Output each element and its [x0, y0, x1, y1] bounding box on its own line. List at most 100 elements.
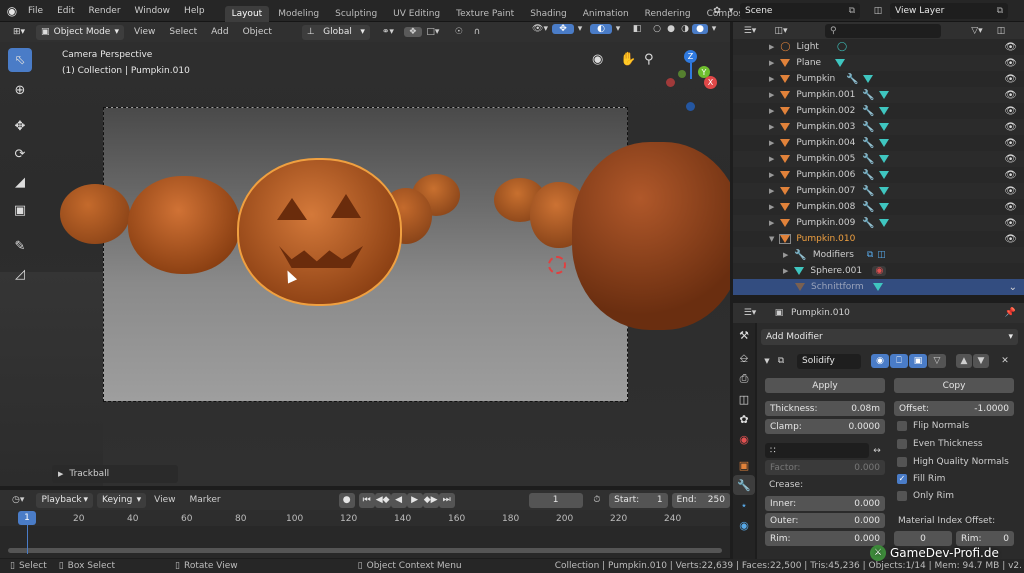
- jump-end-button[interactable]: ⏭: [438, 492, 455, 508]
- tab-shading[interactable]: Shading: [523, 6, 574, 22]
- menu-file[interactable]: File: [28, 6, 43, 16]
- jump-key-back-button[interactable]: ◀◆: [374, 492, 391, 508]
- output-tab-icon[interactable]: ⎙: [733, 369, 755, 389]
- collapse-arrow-icon[interactable]: ▼: [769, 235, 774, 243]
- view-layer-selector[interactable]: ◫ View Layer ⧉: [868, 3, 1008, 19]
- eye-icon[interactable]: 👁: [1004, 218, 1017, 229]
- expand-arrow-icon[interactable]: ▶: [769, 155, 774, 163]
- even-thickness-checkbox[interactable]: Even Thickness: [897, 439, 983, 449]
- playhead-marker[interactable]: 1: [18, 511, 36, 525]
- current-frame-field[interactable]: 1: [528, 492, 583, 508]
- pumpkin-left[interactable]: [128, 176, 240, 274]
- apply-button[interactable]: Apply: [765, 378, 885, 393]
- eye-icon[interactable]: 👁: [1004, 138, 1017, 149]
- add-modifier-dropdown[interactable]: Add Modifier ▾: [761, 329, 1018, 345]
- vertex-group-field[interactable]: ∷ ↔: [765, 443, 885, 458]
- object-tab-icon[interactable]: ▣: [733, 455, 755, 475]
- modifier-tab-icon[interactable]: 🔧: [733, 475, 755, 495]
- snap-icon[interactable]: ❖: [403, 27, 422, 37]
- shading-material-icon[interactable]: ◑: [678, 24, 692, 34]
- outliner-row-modifiers[interactable]: ▶ 🔧 Modifiers ⧉ ◫: [733, 247, 1024, 263]
- eye-icon[interactable]: 👁: [1004, 122, 1017, 133]
- flip-normals-checkbox[interactable]: Flip Normals: [897, 421, 969, 431]
- eye-icon[interactable]: 👁: [1004, 74, 1017, 85]
- outliner-row-pumpkin-010[interactable]: ▼ Pumpkin.010 👁: [733, 231, 1024, 247]
- play-button[interactable]: ▶: [406, 492, 423, 508]
- camera-view-icon[interactable]: ◉: [592, 52, 603, 67]
- outliner-row-pumpkin[interactable]: ▶ Pumpkin 🔧 👁: [733, 71, 1024, 87]
- crease-outer-field[interactable]: Outer: 0.000: [765, 513, 885, 528]
- cage-toggle-icon[interactable]: ▽: [928, 354, 946, 368]
- gizmo-dropdown-icon[interactable]: ▾: [574, 24, 586, 34]
- expand-arrow-icon[interactable]: ▶: [769, 187, 774, 195]
- playback-menu[interactable]: Playback ▾: [36, 492, 94, 508]
- viewport-menu-select[interactable]: Select: [169, 27, 197, 37]
- transform-tool-icon[interactable]: ▣: [8, 198, 32, 222]
- scene-new-icon[interactable]: ⧉: [849, 6, 855, 16]
- outliner-row-pumpkin-002[interactable]: ▶ Pumpkin.002 🔧 👁: [733, 103, 1024, 119]
- timeline-scrollbar[interactable]: [8, 548, 722, 553]
- outliner-row-pumpkin-007[interactable]: ▶ Pumpkin.007 🔧 👁: [733, 183, 1024, 199]
- eye-icon[interactable]: 👁: [1004, 202, 1017, 213]
- pumpkin-far-left[interactable]: [60, 184, 130, 244]
- expand-arrow-icon[interactable]: ▶: [769, 171, 774, 179]
- selected-pumpkin[interactable]: [237, 158, 402, 306]
- tab-sculpting[interactable]: Sculpting: [328, 6, 384, 22]
- outliner-row-pumpkin-005[interactable]: ▶ Pumpkin.005 🔧 👁: [733, 151, 1024, 167]
- tool-settings-tab-icon[interactable]: ⚒: [733, 325, 755, 345]
- eye-icon[interactable]: 👁: [1004, 234, 1017, 245]
- properties-editor-icon[interactable]: ☰▾: [739, 308, 761, 318]
- eye-icon[interactable]: 👁: [1004, 42, 1017, 53]
- viewport-toggle-icon[interactable]: ⎕: [890, 354, 908, 368]
- xray-icon[interactable]: ◧: [628, 24, 646, 34]
- outliner-row-pumpkin-004[interactable]: ▶ Pumpkin.004 🔧 👁: [733, 135, 1024, 151]
- modifier-name-field[interactable]: Solidify: [797, 353, 861, 369]
- pan-hand-icon[interactable]: ✋: [620, 52, 636, 67]
- expand-arrow-icon[interactable]: ▶: [769, 219, 774, 227]
- crease-rim-field[interactable]: Rim: 0.000: [765, 531, 885, 546]
- overlay-dropdown-icon[interactable]: ▾: [612, 24, 624, 34]
- editor-type-icon[interactable]: ⊞▾: [6, 27, 32, 37]
- outliner-row-light[interactable]: ▶ ◯ Light ◯ 👁: [733, 39, 1024, 55]
- 3d-cursor-icon[interactable]: [548, 256, 566, 274]
- outliner-row-pumpkin-003[interactable]: ▶ Pumpkin.003 🔧 👁: [733, 119, 1024, 135]
- menu-edit[interactable]: Edit: [57, 6, 74, 16]
- orientation-dropdown[interactable]: ⊥ Global ▾: [301, 24, 370, 40]
- rotate-tool-icon[interactable]: ⟳: [8, 142, 32, 166]
- menu-help[interactable]: Help: [184, 6, 205, 16]
- outliner-row-pumpkin-009[interactable]: ▶ Pumpkin.009 🔧 👁: [733, 215, 1024, 231]
- scene-field[interactable]: Scene ⧉: [740, 3, 860, 19]
- eye-icon[interactable]: 👁: [1004, 58, 1017, 69]
- expand-arrow-icon[interactable]: ▶: [783, 251, 788, 259]
- viewport-3d[interactable]: Camera Perspective (1) Collection | Pump…: [0, 42, 730, 486]
- outliner-row-pumpkin-008[interactable]: ▶ Pumpkin.008 🔧 👁: [733, 199, 1024, 215]
- render-tab-icon[interactable]: ⎒: [733, 349, 755, 369]
- viewport-menu-add[interactable]: Add: [211, 27, 228, 37]
- expand-arrow-icon[interactable]: ▶: [783, 267, 788, 275]
- viewport-menu-object[interactable]: Object: [243, 27, 272, 37]
- expand-arrow-icon[interactable]: ▶: [769, 43, 774, 51]
- expand-arrow-icon[interactable]: ▶: [769, 139, 774, 147]
- tab-animation[interactable]: Animation: [576, 6, 636, 22]
- remove-modifier-icon[interactable]: ✕: [997, 356, 1013, 366]
- pivot-icon[interactable]: ⚭▾: [376, 27, 400, 37]
- timeline-menu-view[interactable]: View: [154, 495, 175, 505]
- pumpkin-near-right[interactable]: [572, 142, 730, 330]
- tab-texture-paint[interactable]: Texture Paint: [449, 6, 521, 22]
- expand-arrow-icon[interactable]: ▶: [769, 59, 774, 67]
- outliner-row-schnittform[interactable]: Schnittform ⌄: [733, 279, 1024, 295]
- tab-modeling[interactable]: Modeling: [271, 6, 326, 22]
- gizmo-z-axis[interactable]: Z: [684, 50, 697, 63]
- move-up-icon[interactable]: ▲: [956, 354, 972, 368]
- menu-render[interactable]: Render: [89, 6, 121, 16]
- timeline-editor-icon[interactable]: ◷▾: [8, 495, 28, 505]
- modifier-collapse-icon[interactable]: ▼: [761, 357, 773, 365]
- gizmo-toggle-icon[interactable]: ✥: [552, 24, 574, 34]
- eye-icon[interactable]: 👁: [1004, 154, 1017, 165]
- shading-dropdown-icon[interactable]: ▾: [708, 24, 720, 34]
- overlay-toggle-icon[interactable]: ◐: [590, 24, 612, 34]
- fill-rim-checkbox[interactable]: ✓ Fill Rim: [897, 474, 945, 484]
- view-layer-field[interactable]: View Layer ⧉: [890, 3, 1008, 19]
- editmode-toggle-icon[interactable]: ▣: [909, 354, 927, 368]
- factor-field[interactable]: Factor: 0.000: [765, 460, 885, 475]
